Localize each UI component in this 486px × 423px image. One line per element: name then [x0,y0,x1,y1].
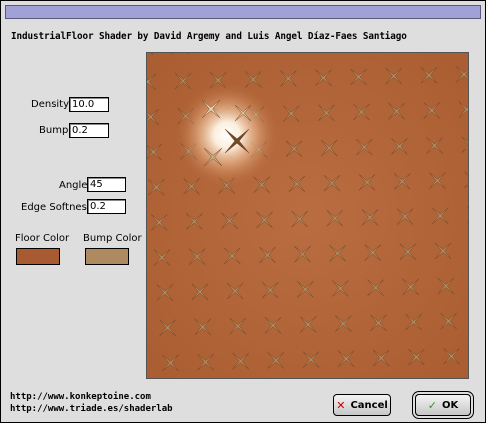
bump-field[interactable]: 0.2 [69,123,109,138]
density-field[interactable]: 10.0 [69,97,109,112]
density-label: Density [31,99,70,110]
shader-dialog: IndustrialFloor Shader by David Argemy a… [0,0,486,423]
edge-softness-field[interactable]: 0.2 [87,199,126,214]
bump-color-label: Bump Color [83,233,142,244]
floor-color-label: Floor Color [15,233,70,244]
bump-color-swatch[interactable] [85,248,129,265]
url-konkeptoine[interactable]: http://www.konkeptoine.com [10,392,151,402]
shader-heading: IndustrialFloor Shader by David Argemy a… [11,31,407,42]
cancel-label: Cancel [350,399,388,411]
shader-preview [146,52,469,379]
angle-field[interactable]: 45 [87,177,126,192]
preview-highlight [175,83,279,187]
cancel-button[interactable]: ✕ Cancel [333,394,391,416]
ok-button[interactable]: ✓ OK [415,394,471,416]
url-shaderlab[interactable]: http://www.triade.es/shaderlab [10,404,173,414]
ok-label: OK [441,399,459,411]
x-icon: ✕ [336,398,346,412]
title-bar[interactable] [5,5,481,19]
floor-color-swatch[interactable] [16,248,60,265]
edge-softness-label: Edge Softness [21,202,92,213]
check-icon: ✓ [427,398,437,412]
bump-label: Bump [39,125,69,136]
angle-label: Angle [59,180,88,191]
